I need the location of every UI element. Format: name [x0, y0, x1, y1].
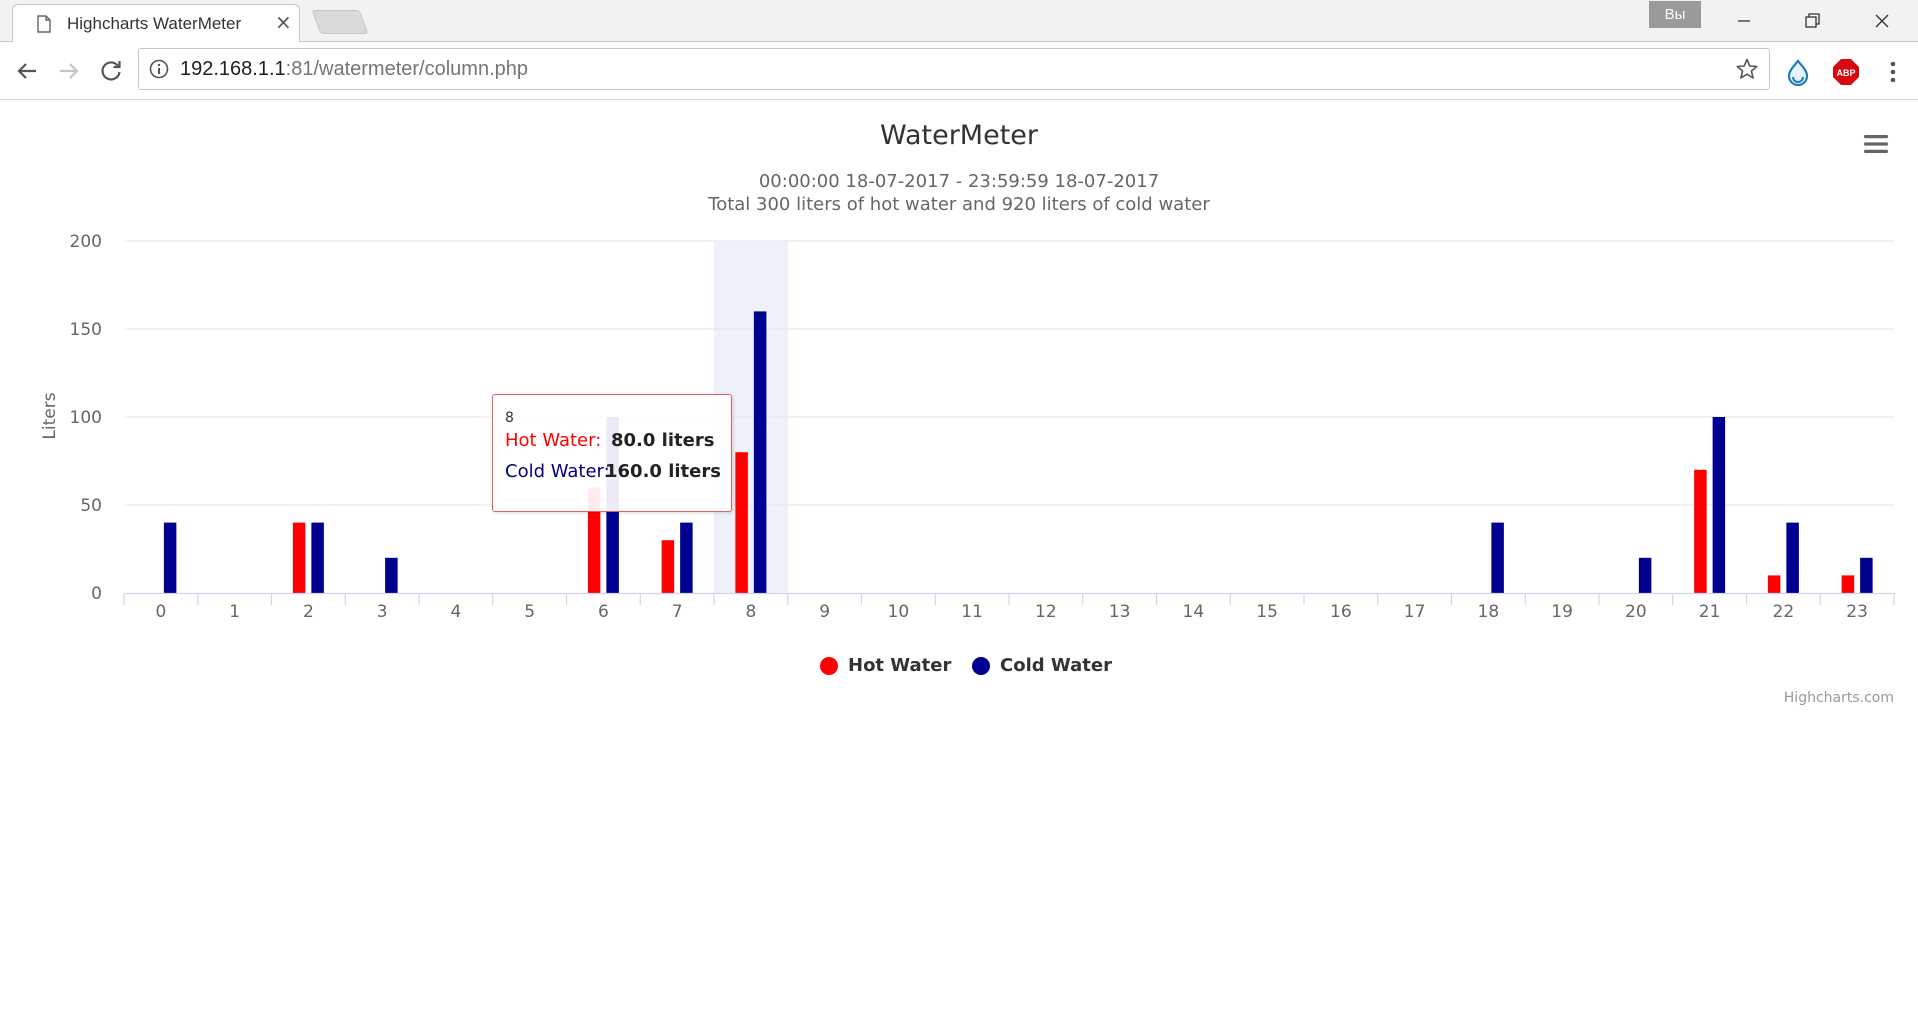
bar-cold-water-8[interactable] [753, 311, 767, 593]
tooltip-hot-label: Hot Water: [505, 430, 602, 451]
x-tick-label: 11 [961, 602, 983, 622]
x-tick-label: 13 [1109, 602, 1131, 622]
x-tick-label: 6 [598, 602, 609, 622]
x-tick-label: 8 [745, 602, 756, 622]
x-tick-label: 16 [1330, 602, 1352, 622]
browser-tab[interactable]: Highcharts WaterMeter × [12, 4, 300, 42]
bar-hot-water-23[interactable] [1841, 575, 1855, 593]
x-tick-label: 20 [1625, 602, 1647, 622]
bar-hot-water-2[interactable] [292, 522, 306, 593]
y-axis-label: Liters [40, 392, 60, 439]
x-tick-label: 5 [524, 602, 535, 622]
x-tick-label: 23 [1846, 602, 1868, 622]
tab-close-icon[interactable]: × [275, 12, 292, 32]
y-tick-label: 100 [70, 408, 102, 428]
tooltip-cold-value: 160.0 liters [605, 461, 721, 482]
adblock-plus-icon[interactable]: ABP [1832, 58, 1860, 86]
bar-hot-water-22[interactable] [1767, 575, 1781, 593]
legend-item-cold-water[interactable]: Cold Water [972, 654, 1112, 680]
bar-cold-water-22[interactable] [1786, 522, 1799, 593]
abp-label: ABP [1836, 68, 1855, 78]
x-tick-label: 1 [229, 602, 240, 622]
restore-icon[interactable] [1782, 4, 1842, 38]
bar-cold-water-3[interactable] [385, 557, 398, 593]
page-icon [37, 15, 51, 33]
x-tick-label: 2 [303, 602, 314, 622]
x-tick-label: 15 [1256, 602, 1278, 622]
legend-label-cold: Cold Water [1000, 655, 1112, 676]
x-tick-label: 14 [1183, 602, 1205, 622]
browser-titlebar: Highcharts WaterMeter × Вы [0, 0, 1918, 42]
x-tick-label: 17 [1404, 602, 1426, 622]
reload-icon[interactable] [96, 56, 126, 86]
new-tab-button[interactable] [311, 10, 369, 34]
browser-menu-icon[interactable] [1880, 58, 1906, 86]
tooltip-hot-value: 80.0 liters [611, 430, 715, 451]
bar-cold-water-23[interactable] [1860, 557, 1873, 593]
legend-marker-hot [820, 657, 838, 675]
tooltip-cold-label: Cold Water: [505, 461, 610, 482]
url-text[interactable]: 192.168.1.1:81/watermeter/column.php [180, 58, 528, 81]
x-tick-label: 0 [155, 602, 166, 622]
chart-container: WaterMeter 00:00:00 18-07-2017 - 23:59:5… [0, 101, 1918, 1020]
browser-toolbar: 192.168.1.1:81/watermeter/column.php ABP [0, 42, 1918, 100]
forward-arrow-icon[interactable] [54, 56, 84, 86]
x-tick-label: 22 [1773, 602, 1795, 622]
profile-badge[interactable]: Вы [1649, 1, 1701, 28]
legend-item-hot-water[interactable]: Hot Water [820, 654, 952, 680]
minimize-icon[interactable] [1714, 4, 1774, 38]
bar-hot-water-7[interactable] [661, 540, 675, 593]
tooltip-row-hot: Hot Water: 80.0 liters [505, 430, 714, 451]
bar-cold-water-18[interactable] [1491, 522, 1504, 593]
tooltip-header: 8 [505, 410, 514, 426]
x-tick-label: 4 [450, 602, 461, 622]
column-chart: 0501001502000 1 2 3 4 5 6 7 8 9 10 11 12 13 14 15 16 17 18… [40, 232, 1895, 622]
highcharts-credit-link[interactable]: Highcharts.com [1720, 690, 1894, 706]
x-tick-label: 9 [819, 602, 830, 622]
bar-cold-water-7[interactable] [680, 522, 693, 593]
legend-label-hot: Hot Water [848, 655, 952, 676]
url-path: :81/watermeter/column.php [285, 58, 528, 80]
x-tick-label: 10 [888, 602, 910, 622]
bar-cold-water-2[interactable] [311, 522, 324, 593]
bar-cold-water-20[interactable] [1638, 557, 1652, 593]
url-host: 192.168.1.1 [180, 58, 286, 80]
x-tick-label: 7 [672, 602, 683, 622]
x-tick-label: 19 [1551, 602, 1573, 622]
info-icon[interactable] [149, 59, 169, 79]
x-tick-label: 21 [1699, 602, 1721, 622]
bar-hot-water-8[interactable] [735, 452, 748, 593]
tab-title: Highcharts WaterMeter [67, 14, 242, 33]
chart-tooltip: 8 Hot Water: 80.0 liters Cold Water:160.0… [492, 394, 732, 512]
extension-drop-icon[interactable] [1784, 58, 1812, 86]
y-tick-label: 200 [70, 232, 102, 252]
bar-hot-water-21[interactable] [1694, 469, 1707, 593]
bar-cold-water-21[interactable] [1712, 417, 1726, 593]
back-arrow-icon[interactable] [12, 56, 42, 86]
bookmark-star-icon[interactable] [1735, 57, 1759, 81]
close-window-icon[interactable] [1852, 4, 1912, 38]
legend-marker-cold [972, 657, 990, 675]
y-tick-label: 0 [91, 584, 102, 604]
x-tick-label: 3 [377, 602, 388, 622]
bar-cold-water-0[interactable] [163, 522, 177, 593]
x-tick-label: 18 [1478, 602, 1500, 622]
tooltip-row-cold: Cold Water:160.0 liters [505, 461, 721, 482]
address-bar[interactable]: 192.168.1.1:81/watermeter/column.php [138, 48, 1770, 90]
y-tick-label: 150 [70, 320, 102, 340]
y-tick-label: 50 [80, 496, 102, 516]
x-tick-label: 12 [1035, 602, 1057, 622]
